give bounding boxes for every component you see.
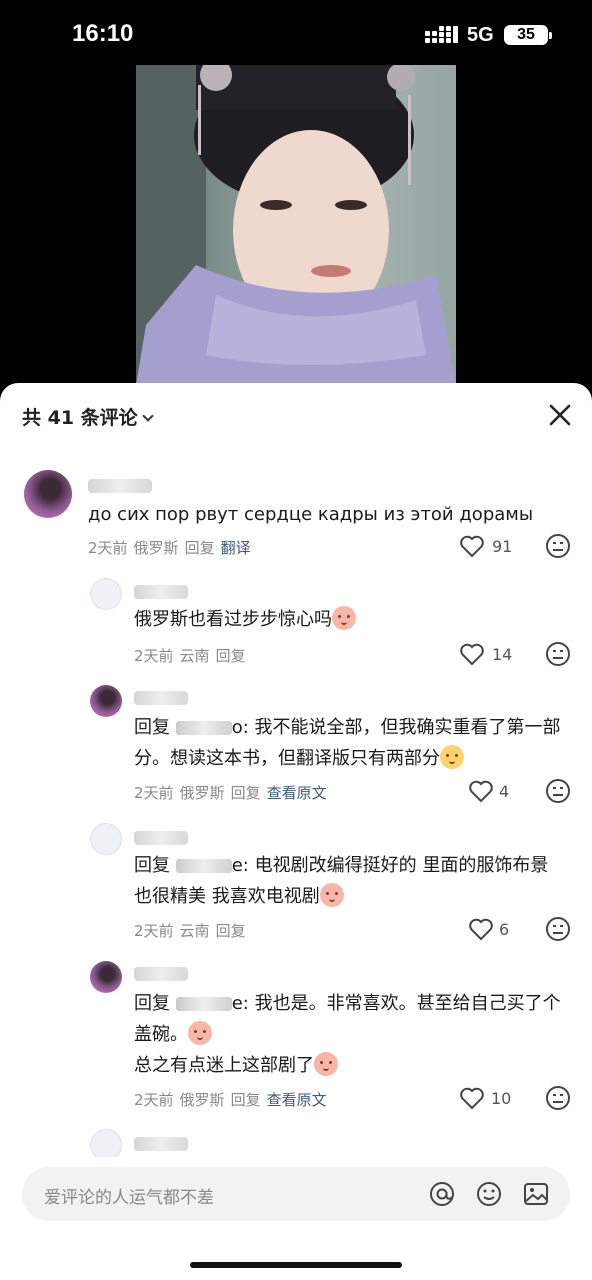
reply-prefix: 回复: [134, 855, 170, 876]
comment-count-header[interactable]: 共 41 条评论: [22, 403, 154, 430]
close-icon[interactable]: [546, 401, 574, 429]
reply-button[interactable]: 回复: [231, 784, 261, 802]
like-count: 6: [499, 920, 510, 939]
comment-time: 2天前: [134, 784, 174, 802]
comment-item: до сих пор рвут сердце кадры из этой дор…: [0, 465, 592, 565]
username-masked[interactable]: [134, 691, 188, 705]
comment-time: 2天前: [134, 922, 174, 940]
reply-line-1: e: 电视剧改编得挺好的 里面的服饰布景: [231, 855, 549, 876]
reply-button[interactable]: 回复: [231, 1091, 261, 1109]
reply-line-2: 盖碗。: [134, 1024, 188, 1045]
comment-location: 俄罗斯: [179, 1091, 225, 1109]
username-masked[interactable]: [134, 1137, 188, 1151]
dislike-face-icon[interactable]: [545, 641, 571, 667]
reply-item: 回复 o: 我不能说全部，但我确实重看了第一部 分。想读这本书，但翻译版只有两部…: [0, 683, 592, 813]
mentioned-user-masked[interactable]: [175, 721, 232, 735]
reply-item: 俄罗斯也看过步步惊心吗 2天前 云南 回复 14: [0, 573, 592, 673]
comment-location: 俄罗斯: [133, 539, 179, 557]
view-original-link[interactable]: 查看原文: [267, 1091, 327, 1109]
reply-prefix: 回复: [134, 993, 170, 1014]
like-count: 10: [491, 1089, 512, 1108]
image-icon[interactable]: [522, 1180, 550, 1208]
comment-location: 云南: [179, 647, 210, 665]
dislike-face-icon[interactable]: [545, 1085, 571, 1111]
username-masked[interactable]: [134, 585, 188, 599]
avatar[interactable]: [90, 823, 122, 855]
avatar[interactable]: [90, 961, 122, 993]
reply-prefix: 回复: [134, 717, 170, 738]
emoji-icon[interactable]: [475, 1180, 503, 1208]
like-count: 91: [492, 537, 513, 556]
reply-text: 回复 e: 电视剧改编得挺好的 里面的服饰布景 也很精美 我喜欢电视剧: [134, 850, 574, 912]
comment-meta: 2天前 俄罗斯 回复 翻译: [88, 537, 257, 558]
mentioned-user-masked[interactable]: [175, 859, 232, 873]
username-masked[interactable]: [134, 831, 188, 845]
reply-text: 回复 o: 我不能说全部，但我确实重看了第一部 分。想读这本书，但翻译版只有两部…: [134, 712, 574, 774]
comment-location: 云南: [179, 922, 210, 940]
comment-location: 俄罗斯: [179, 784, 225, 802]
like-count: 4: [499, 782, 510, 801]
avatar[interactable]: [90, 1129, 122, 1157]
emoji-icon: [332, 606, 356, 630]
view-original-link[interactable]: 查看原文: [267, 784, 327, 802]
emoji-icon: [188, 1021, 212, 1045]
reply-line-2: 也很精美 我喜欢电视剧: [134, 886, 320, 907]
heart-icon[interactable]: [459, 1086, 485, 1110]
battery-icon: 35: [504, 25, 552, 45]
heart-icon[interactable]: [468, 917, 494, 941]
reply-button[interactable]: 回复: [216, 922, 246, 940]
status-time: 16:10: [72, 20, 134, 47]
status-bar: 16:10 5G 35: [0, 0, 592, 64]
reply-item: 回复 e: 电视剧改编得挺好的 里面的服饰布景 也很精美 我喜欢电视剧 2天前云…: [0, 821, 592, 951]
heart-icon[interactable]: [459, 534, 485, 558]
emoji-icon: [319, 883, 344, 907]
mentioned-user-masked[interactable]: [175, 997, 232, 1011]
comment-input-placeholder[interactable]: 爱评论的人运气都不差: [44, 1183, 214, 1208]
network-type: 5G: [467, 24, 494, 46]
reply-text: 俄罗斯也看过步步惊心吗: [134, 604, 564, 635]
reply-line-2: 分。想读这本书，但翻译版只有两部分: [134, 748, 440, 769]
dislike-face-icon[interactable]: [545, 533, 571, 559]
home-indicator: [190, 1262, 402, 1268]
emoji-icon: [314, 1052, 338, 1076]
comment-time: 2天前: [134, 647, 174, 665]
dislike-face-icon[interactable]: [545, 916, 571, 942]
reply-item: [0, 1127, 592, 1157]
avatar[interactable]: [90, 578, 122, 610]
comment-meta: 2天前 俄罗斯 回复 查看原文: [134, 782, 333, 803]
comment-time: 2天前: [88, 539, 128, 557]
reply-button[interactable]: 回复: [216, 647, 246, 665]
heart-icon[interactable]: [459, 642, 485, 666]
avatar[interactable]: [90, 685, 122, 717]
avatar[interactable]: [24, 470, 72, 518]
comment-time: 2天前: [134, 1091, 174, 1109]
reply-line-3: 总之有点迷上这部剧了: [134, 1055, 314, 1076]
emoji-icon: [440, 745, 464, 769]
video-thumbnail-image: [136, 65, 456, 385]
comment-meta: 2天前 云南 回复: [134, 645, 252, 666]
reply-item: 回复 e: 我也是。非常喜欢。甚至给自己买了个 盖碗。 总之有点迷上这部剧了 2…: [0, 959, 592, 1119]
translate-link[interactable]: 翻译: [221, 539, 251, 557]
video-frame[interactable]: [136, 65, 456, 385]
heart-icon[interactable]: [468, 779, 494, 803]
signal-icon: [425, 26, 458, 43]
comment-text: до сих пор рвут сердце кадры из этой дор…: [88, 504, 534, 525]
comment-count-label: 共 41 条评论: [22, 407, 138, 429]
like-count: 14: [492, 645, 513, 664]
reply-line-1: e: 我也是。非常喜欢。甚至给自己买了个: [231, 993, 561, 1014]
comment-meta: 2天前 俄罗斯 回复 查看原文: [134, 1089, 333, 1110]
username-masked[interactable]: [134, 967, 188, 981]
at-icon[interactable]: [428, 1180, 456, 1208]
comment-meta: 2天前 云南 回复: [134, 920, 252, 941]
comment-input-bar[interactable]: 爱评论的人运气都不差: [22, 1167, 570, 1221]
reply-text-body: 俄罗斯也看过步步惊心吗: [134, 609, 332, 630]
dislike-face-icon[interactable]: [545, 778, 571, 804]
reply-button[interactable]: 回复: [185, 539, 215, 557]
reply-text: 回复 e: 我也是。非常喜欢。甚至给自己买了个 盖碗。 总之有点迷上这部剧了: [134, 988, 574, 1081]
reply-line-1: o: 我不能说全部，但我确实重看了第一部: [231, 717, 561, 738]
username-masked[interactable]: [88, 479, 152, 493]
chevron-down-icon: [142, 410, 154, 422]
